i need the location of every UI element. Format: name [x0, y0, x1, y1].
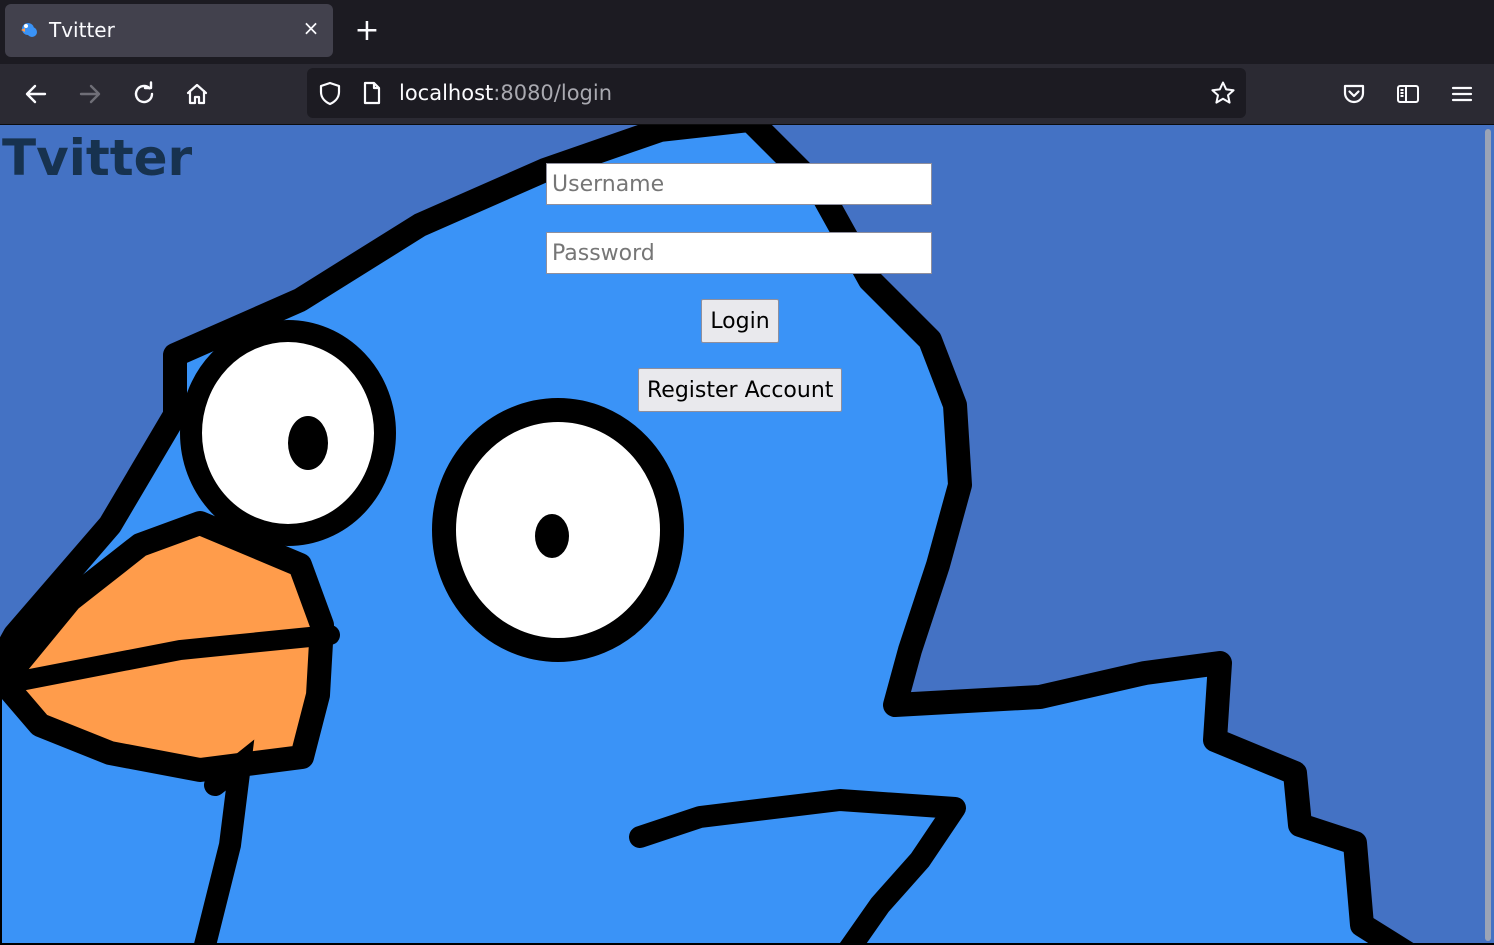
- page-scrollbar[interactable]: [1482, 125, 1494, 945]
- bird-right-pupil: [535, 514, 569, 558]
- url-bar[interactable]: localhost:8080/login: [307, 68, 1246, 118]
- url-host: localhost: [399, 81, 494, 105]
- tab-tvitter[interactable]: Tvitter ×: [5, 4, 333, 57]
- scrollbar-thumb[interactable]: [1485, 129, 1491, 941]
- sidebar-icon: [1397, 85, 1419, 103]
- forward-button[interactable]: [74, 78, 106, 110]
- bird-favicon-icon: [21, 23, 37, 37]
- bird-left-pupil: [288, 416, 328, 470]
- pocket-button[interactable]: [1338, 78, 1370, 110]
- tab-title: Tvitter: [49, 18, 115, 42]
- arrow-right-icon: [79, 84, 101, 104]
- page-viewport: Tvitter Login Register Account: [0, 125, 1494, 945]
- star-icon[interactable]: [1210, 80, 1236, 106]
- shield-icon[interactable]: [317, 80, 343, 106]
- page-icon[interactable]: [359, 80, 385, 106]
- login-button[interactable]: Login: [701, 299, 779, 343]
- password-input[interactable]: [546, 232, 932, 274]
- new-tab-button[interactable]: +: [352, 16, 382, 46]
- reload-icon: [134, 81, 154, 104]
- url-text[interactable]: localhost:8080/login: [399, 81, 612, 105]
- navigation-toolbar: localhost:8080/login: [0, 64, 1494, 124]
- home-icon: [186, 83, 208, 105]
- url-path: :8080/login: [493, 81, 613, 105]
- tab-close-icon[interactable]: ×: [301, 18, 321, 38]
- arrow-left-icon: [25, 84, 47, 104]
- sidebar-button[interactable]: [1392, 78, 1424, 110]
- home-button[interactable]: [181, 78, 213, 110]
- app-menu-button[interactable]: [1446, 78, 1478, 110]
- register-account-button[interactable]: Register Account: [638, 368, 842, 412]
- bird-left-eye: [180, 320, 396, 546]
- reload-button[interactable]: [128, 78, 160, 110]
- back-button[interactable]: [20, 78, 52, 110]
- pocket-icon: [1343, 84, 1365, 104]
- tab-strip: Tvitter × +: [0, 0, 1494, 64]
- site-title: Tvitter: [2, 129, 193, 187]
- hamburger-menu-icon: [1451, 86, 1473, 102]
- username-input[interactable]: [546, 163, 932, 205]
